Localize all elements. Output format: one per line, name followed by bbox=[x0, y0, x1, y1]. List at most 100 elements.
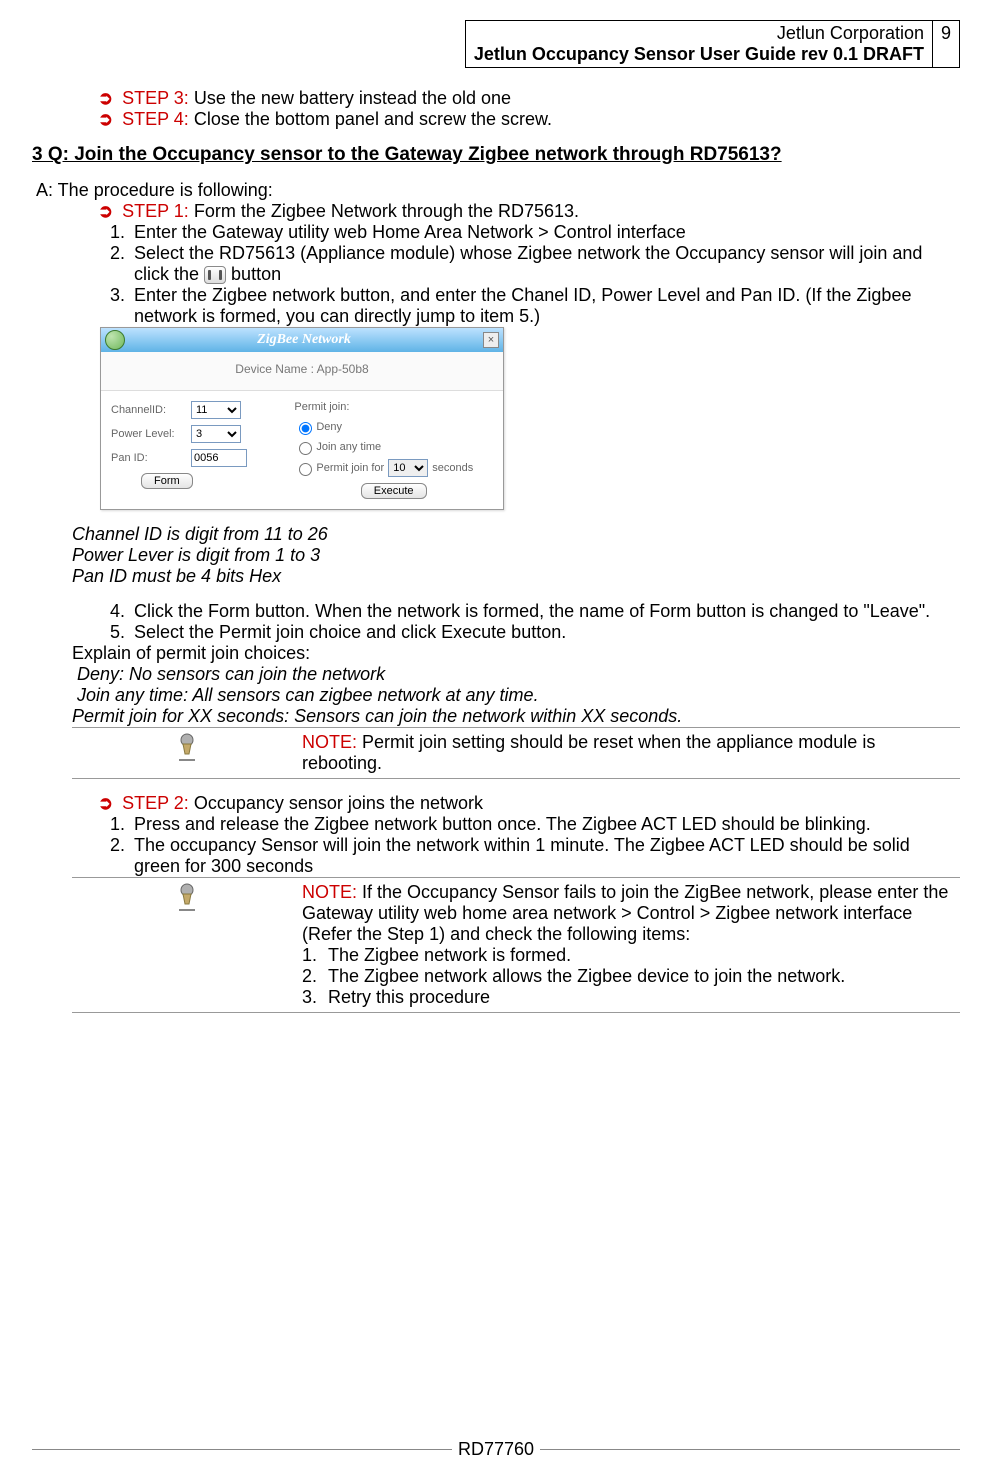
dialog-left-column: ChannelID: 11 Power Level: 3 Pan ID: For… bbox=[111, 401, 294, 499]
dialog-device-name: Device Name : App-50b8 bbox=[101, 352, 503, 391]
dialog-body: ChannelID: 11 Power Level: 3 Pan ID: For… bbox=[101, 391, 503, 509]
note-channel-id: Channel ID is digit from 11 to 26 bbox=[72, 524, 960, 545]
list-item: The Zigbee network is formed. bbox=[322, 945, 956, 966]
permit-seconds-select[interactable]: 10 bbox=[388, 459, 428, 477]
permit-for-radio-row: Permit join for 10 seconds bbox=[294, 459, 493, 477]
arrow-icon: ➲ bbox=[98, 109, 113, 129]
pan-id-row: Pan ID: bbox=[111, 449, 294, 467]
step-3-text: Use the new battery instead the old one bbox=[194, 88, 511, 108]
step-2-label: STEP 2: bbox=[122, 793, 189, 813]
step-3-label: STEP 3: bbox=[122, 88, 189, 108]
step-4-label: STEP 4: bbox=[122, 109, 189, 129]
power-level-select[interactable]: 3 bbox=[191, 425, 241, 443]
channel-id-row: ChannelID: 11 bbox=[111, 401, 294, 419]
explain-permit: Permit join for XX seconds: Sensors can … bbox=[72, 706, 960, 727]
answer-intro: A: The procedure is following: bbox=[32, 180, 960, 201]
form-button-row: Form bbox=[111, 473, 294, 489]
list-item: Select the RD75613 (Appliance module) wh… bbox=[130, 243, 960, 285]
list-item: Retry this procedure bbox=[322, 987, 956, 1008]
zigbee-dialog: ZigBee Network × Device Name : App-50b8 … bbox=[100, 327, 504, 510]
form-button[interactable]: Form bbox=[141, 473, 193, 489]
note-icon-cell bbox=[72, 880, 302, 1010]
page-footer: RD77760 bbox=[0, 1439, 992, 1460]
list-item: Press and release the Zigbee network but… bbox=[130, 814, 960, 835]
permit-join-label: Permit join: bbox=[294, 401, 349, 413]
list-item-text: Press and release the Zigbee network but… bbox=[134, 814, 871, 834]
deny-radio-row: Deny bbox=[294, 419, 493, 435]
pan-id-input[interactable] bbox=[191, 449, 247, 467]
page-number: 9 bbox=[932, 21, 959, 68]
explain-any: Join any time: All sensors can zigbee ne… bbox=[72, 685, 960, 706]
deny-radio[interactable] bbox=[299, 422, 312, 435]
list-item-text: Enter the Zigbee network button, and ent… bbox=[134, 285, 911, 326]
permit-for-radio[interactable] bbox=[299, 463, 312, 476]
explain-block: Explain of permit join choices: Deny: No… bbox=[72, 643, 960, 727]
arrow-icon: ➲ bbox=[98, 793, 113, 813]
permit-for-pre: Permit join for bbox=[316, 462, 384, 474]
join-any-time-radio-row: Join any time bbox=[294, 439, 493, 455]
note-label: NOTE: bbox=[302, 732, 357, 752]
list-item-text: Select the Permit join choice and click … bbox=[134, 622, 566, 642]
list-item: Enter the Gateway utility web Home Area … bbox=[130, 222, 960, 243]
list-item-text: The Zigbee network is formed. bbox=[328, 945, 571, 965]
step-1-line: ➲ STEP 1: Form the Zigbee Network throug… bbox=[32, 201, 960, 222]
power-level-row: Power Level: 3 bbox=[111, 425, 294, 443]
arrow-icon: ➲ bbox=[98, 88, 113, 108]
list-item-text: Retry this procedure bbox=[328, 987, 490, 1007]
step-1-label: STEP 1: bbox=[122, 201, 189, 221]
note-text-cell: NOTE: Permit join setting should be rese… bbox=[302, 730, 960, 776]
page-header: Jetlun Corporation Jetlun Occupancy Sens… bbox=[32, 20, 960, 68]
explain-intro: Explain of permit join choices: bbox=[72, 643, 960, 664]
list-item: Select the Permit join choice and click … bbox=[130, 622, 960, 643]
step-2-line: ➲ STEP 2: Occupancy sensor joins the net… bbox=[32, 793, 960, 814]
list-item: The Zigbee network allows the Zigbee dev… bbox=[322, 966, 956, 987]
power-level-label: Power Level: bbox=[111, 428, 191, 440]
header-doc-title: Jetlun Occupancy Sensor User Guide rev 0… bbox=[474, 44, 924, 65]
dialog-close-button[interactable]: × bbox=[483, 332, 499, 348]
channel-id-select[interactable]: 11 bbox=[191, 401, 241, 419]
dialog-right-column: Permit join: Deny Join any time Permit j… bbox=[294, 401, 493, 499]
list-item-text-post: button bbox=[231, 264, 281, 284]
dialog-titlebar: ZigBee Network × bbox=[101, 328, 503, 352]
step-4-text: Close the bottom panel and screw the scr… bbox=[194, 109, 552, 129]
header-company: Jetlun Corporation bbox=[474, 23, 924, 44]
permit-join-label-row: Permit join: bbox=[294, 401, 493, 413]
permit-for-post: seconds bbox=[432, 462, 473, 474]
note-pushpin-icon bbox=[173, 882, 201, 921]
note-box-1: NOTE: Permit join setting should be rese… bbox=[72, 727, 960, 779]
list-item: Enter the Zigbee network button, and ent… bbox=[130, 285, 960, 327]
pan-id-label: Pan ID: bbox=[111, 452, 191, 464]
header-title-cell: Jetlun Corporation Jetlun Occupancy Sens… bbox=[465, 21, 932, 68]
note-box-2: NOTE: If the Occupancy Sensor fails to j… bbox=[72, 877, 960, 1013]
header-table: Jetlun Corporation Jetlun Occupancy Sens… bbox=[465, 20, 960, 68]
toolbar-icon bbox=[204, 266, 226, 284]
zigbee-globe-icon bbox=[105, 330, 125, 350]
arrow-icon: ➲ bbox=[98, 201, 113, 221]
dialog-title: ZigBee Network bbox=[125, 332, 483, 348]
footer-doc-id: RD77760 bbox=[452, 1439, 540, 1460]
note-text: Permit join setting should be reset when… bbox=[302, 732, 875, 773]
step-2-text: Occupancy sensor joins the network bbox=[194, 793, 483, 813]
step-1-text: Form the Zigbee Network through the RD75… bbox=[194, 201, 579, 221]
join-any-time-label: Join any time bbox=[316, 441, 381, 453]
join-any-time-radio[interactable] bbox=[299, 442, 312, 455]
explain-deny-text: Deny: No sensors can join the network bbox=[77, 664, 385, 684]
list-item-text: The occupancy Sensor will join the netwo… bbox=[134, 835, 910, 876]
channel-id-label: ChannelID: bbox=[111, 404, 191, 416]
execute-button-row: Execute bbox=[294, 483, 493, 499]
device-name-label: Device Name : bbox=[235, 362, 316, 376]
explain-any-text: Join any time: All sensors can zigbee ne… bbox=[77, 685, 539, 705]
note-pan-id: Pan ID must be 4 bits Hex bbox=[72, 566, 960, 587]
note-power-level: Power Lever is digit from 1 to 3 bbox=[72, 545, 960, 566]
list-item-text: Enter the Gateway utility web Home Area … bbox=[134, 222, 686, 242]
list-item-text: Click the Form button. When the network … bbox=[134, 601, 930, 621]
step2-numbered-list: Press and release the Zigbee network but… bbox=[98, 814, 960, 877]
note-sublist: The Zigbee network is formed. The Zigbee… bbox=[302, 945, 956, 1008]
deny-label: Deny bbox=[316, 421, 342, 433]
list-item: Click the Form button. When the network … bbox=[130, 601, 960, 622]
list-item: The occupancy Sensor will join the netwo… bbox=[130, 835, 960, 877]
list-item-text: The Zigbee network allows the Zigbee dev… bbox=[328, 966, 845, 986]
device-name-value: App-50b8 bbox=[317, 362, 369, 376]
note-icon-cell bbox=[72, 730, 302, 776]
execute-button[interactable]: Execute bbox=[361, 483, 427, 499]
